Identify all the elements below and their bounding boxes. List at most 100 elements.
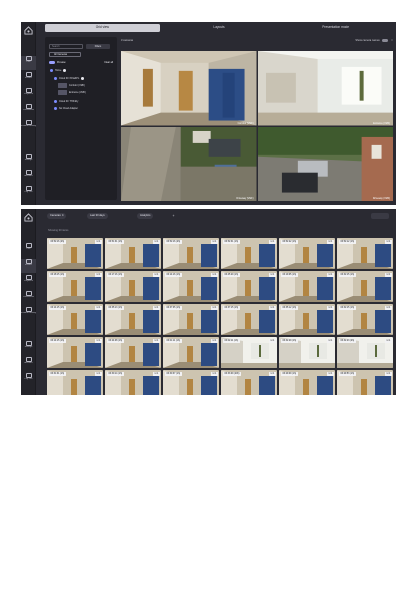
event-clip[interactable]: 06:19:05 (1h) ⛁ 1 [279, 271, 335, 302]
filter-chip-date[interactable]: Last 30 days [87, 213, 108, 219]
rail-item-incident[interactable]: Incident Manager [21, 120, 36, 134]
event-clip[interactable]: 06:14:16 (1h) ⛁ 1 [163, 271, 219, 302]
event-clip[interactable]: 06:32:29 (1h) ⛁ 1 [279, 337, 335, 368]
rail-item-storage[interactable]: Storage [21, 341, 36, 355]
event-clip[interactable]: 06:30:14 (1h) ⛁ 1 [105, 370, 161, 395]
clip-count-badge: ⛁ 1 [385, 371, 392, 376]
rail-item-label: Events [25, 77, 32, 79]
clip-timestamp: 06:31:31 (1h) [49, 371, 66, 376]
event-clip[interactable]: 06:52:16 (2h) ⛁ 1 [47, 238, 103, 269]
event-clip[interactable]: 06:32:23 (2h) ⛁ 1 [337, 337, 393, 368]
clip-count-badge: ⛁ 1 [95, 272, 102, 277]
rail-item-events[interactable]: Events [21, 72, 36, 86]
clip-timestamp: 06:35:13 (1h) [107, 305, 124, 310]
event-clip[interactable]: 06:45:29 (1h) ⛁ 1 [221, 271, 277, 302]
view-mode-tabs: Grid view Layouts Presentation mode [45, 24, 394, 32]
clip-count-badge: ⛁ 1 [211, 305, 218, 310]
all-cameras-button[interactable]: All Cameras [49, 52, 81, 57]
rail-item-dashboard[interactable]: Dashboard [21, 104, 36, 118]
preview-toggle[interactable] [49, 60, 55, 64]
rail-item-label: Incident Manager [21, 125, 36, 127]
clip-count-badge: ⛁ 1 [95, 305, 102, 310]
rail-item-live[interactable]: Live [21, 56, 36, 70]
tree-item-device[interactable]: Cloud ID: TH3nDy [54, 99, 78, 105]
camera-count: 3 cameras [121, 39, 134, 42]
event-clip[interactable]: 06:32:15 (1h) ⛁ 1 [337, 304, 393, 335]
count-badge [81, 76, 85, 80]
export-button[interactable] [371, 213, 389, 219]
tree-item-site[interactable]: Home [50, 68, 67, 74]
search-input[interactable]: Search [49, 44, 83, 49]
event-clip[interactable]: 06:35:12 (1h) ⛁ 1 [279, 304, 335, 335]
event-clip[interactable]: 06:14:15 (1h) ⛁ 1 [47, 304, 103, 335]
event-clip[interactable]: 06:35:13 (1h) ⛁ 1 [105, 304, 161, 335]
filter-chip-analytics[interactable]: Analytics [137, 213, 154, 219]
clip-timestamp: 06:29:09 (1h) [281, 371, 298, 376]
filter-chip-cameras[interactable]: Cameras: 4 [47, 213, 67, 219]
event-clip[interactable]: 06:32:15 (1h) ⛁ 1 [337, 271, 393, 302]
rail-item-label: Account [24, 362, 33, 364]
grid-header: 3 cameras Show camera names ⛶ [121, 38, 393, 44]
event-clip[interactable]: 06:52:12 (1h) ⛁ 1 [337, 238, 393, 269]
clip-count-badge: ⛁ 1 [269, 272, 276, 277]
event-clip[interactable]: 06:52:16 (2h) ⛁ 1 [163, 238, 219, 269]
event-clip[interactable]: 06:29:09 (1h) ⛁ 1 [279, 370, 335, 395]
event-clip[interactable]: 06:33:09 (20h) ⛁ 1 [221, 370, 277, 395]
clip-timestamp: 06:32:15 (1h) [339, 305, 356, 310]
rail-item-label: Log Out [24, 191, 33, 193]
event-clip[interactable]: 06:52:31 (1h) ⛁ 1 [221, 238, 277, 269]
rail-item-events[interactable]: Events [21, 259, 36, 273]
event-clip[interactable]: 06:30:37 (1h) ⛁ 1 [163, 370, 219, 395]
tree-item-camera[interactable]: Entrance (VMF) [58, 90, 86, 96]
camera-tile-driveway-2[interactable]: Driveway (VMF) [257, 126, 393, 201]
event-clip[interactable]: 06:37:15 (1h) ⛁ 1 [221, 304, 277, 335]
app-logo-icon [24, 26, 33, 35]
tab-presentation-mode[interactable]: Presentation mode [278, 24, 394, 32]
count-badge [63, 68, 67, 72]
event-clip[interactable]: 06:37:35 (1h) ⛁ 1 [163, 304, 219, 335]
clip-timestamp: 06:51:31 (1h) [107, 239, 124, 244]
clip-timestamp: 06:52:22 (1h) [281, 239, 298, 244]
rail-item-account[interactable]: Account [21, 357, 36, 371]
filters-button[interactable]: Filters [86, 44, 110, 49]
event-clip[interactable]: 06:02:11 (1h) ⛁ 1 [221, 337, 277, 368]
add-filter-icon[interactable]: + [171, 213, 176, 219]
clip-timestamp: 06:30:14 (1h) [107, 371, 124, 376]
event-clip[interactable]: 06:18:15 (1h) ⛁ 1 [47, 271, 103, 302]
rail-item-label: Storage [24, 346, 33, 348]
event-clip[interactable]: 06:51:31 (1h) ⛁ 1 [105, 238, 161, 269]
clip-timestamp: 06:37:15 (1h) [223, 305, 240, 310]
rail-item-playback[interactable]: Playback [21, 275, 36, 289]
rail-item-live[interactable]: Live [21, 243, 36, 257]
event-clip[interactable]: 06:29:53 (1h) ⛁ 1 [337, 370, 393, 395]
tab-grid-view[interactable]: Grid view [45, 24, 160, 32]
event-clip[interactable]: 06:52:22 (1h) ⛁ 1 [279, 238, 335, 269]
rail-item-incident[interactable]: Incident Manager [21, 307, 36, 321]
rail-item-dashboard[interactable]: Dashboard [21, 291, 36, 305]
event-clip[interactable]: 06:17:16 (1h) ⛁ 1 [105, 271, 161, 302]
clear-all-link[interactable]: Clear all [104, 60, 113, 65]
tree-item-device[interactable]: Cloud ID: fO3aZPn [54, 76, 85, 82]
show-camera-names[interactable]: Show camera names ⛶ [355, 38, 393, 44]
clip-count-badge: ⛁ 1 [385, 272, 392, 277]
rail-item-playback[interactable]: Playback [21, 88, 36, 102]
rail-item-logout[interactable]: Log Out [21, 373, 36, 387]
event-clip[interactable]: 06:24:08 (1h) ⛁ 1 [105, 337, 161, 368]
camera-tile-driveway-1[interactable]: Driveway (VMF) [121, 126, 257, 201]
clip-count-badge: ⛁ 1 [211, 272, 218, 277]
camera-tile-corridor[interactable]: Corridor (VMF) [121, 51, 257, 126]
event-clip[interactable]: 06:01:11 (1h) ⛁ 1 [163, 337, 219, 368]
tree-item-device[interactable]: No Cloud Adapter [54, 106, 78, 112]
camera-tile-entrance[interactable]: Entrance (VMF) [257, 51, 393, 126]
nav-rail: Live Events Playback Dashboard Incident Mana… [21, 22, 36, 205]
tab-layouts[interactable]: Layouts [161, 24, 277, 32]
event-clip[interactable]: 06:31:31 (1h) ⛁ 1 [47, 370, 103, 395]
rail-item-account[interactable]: Account [21, 170, 36, 184]
rail-item-logout[interactable]: Log Out [21, 186, 36, 200]
event-clip[interactable]: 06:14:15 (1h) ⛁ 1 [47, 337, 103, 368]
rail-item-label: Incident Manager [21, 312, 36, 314]
clip-timestamp: 06:29:53 (1h) [339, 371, 356, 376]
tree-item-camera[interactable]: Corridor (VMF) [58, 83, 85, 89]
rail-item-storage[interactable]: Storage [21, 154, 36, 168]
clip-timestamp: 06:35:12 (1h) [281, 305, 298, 310]
